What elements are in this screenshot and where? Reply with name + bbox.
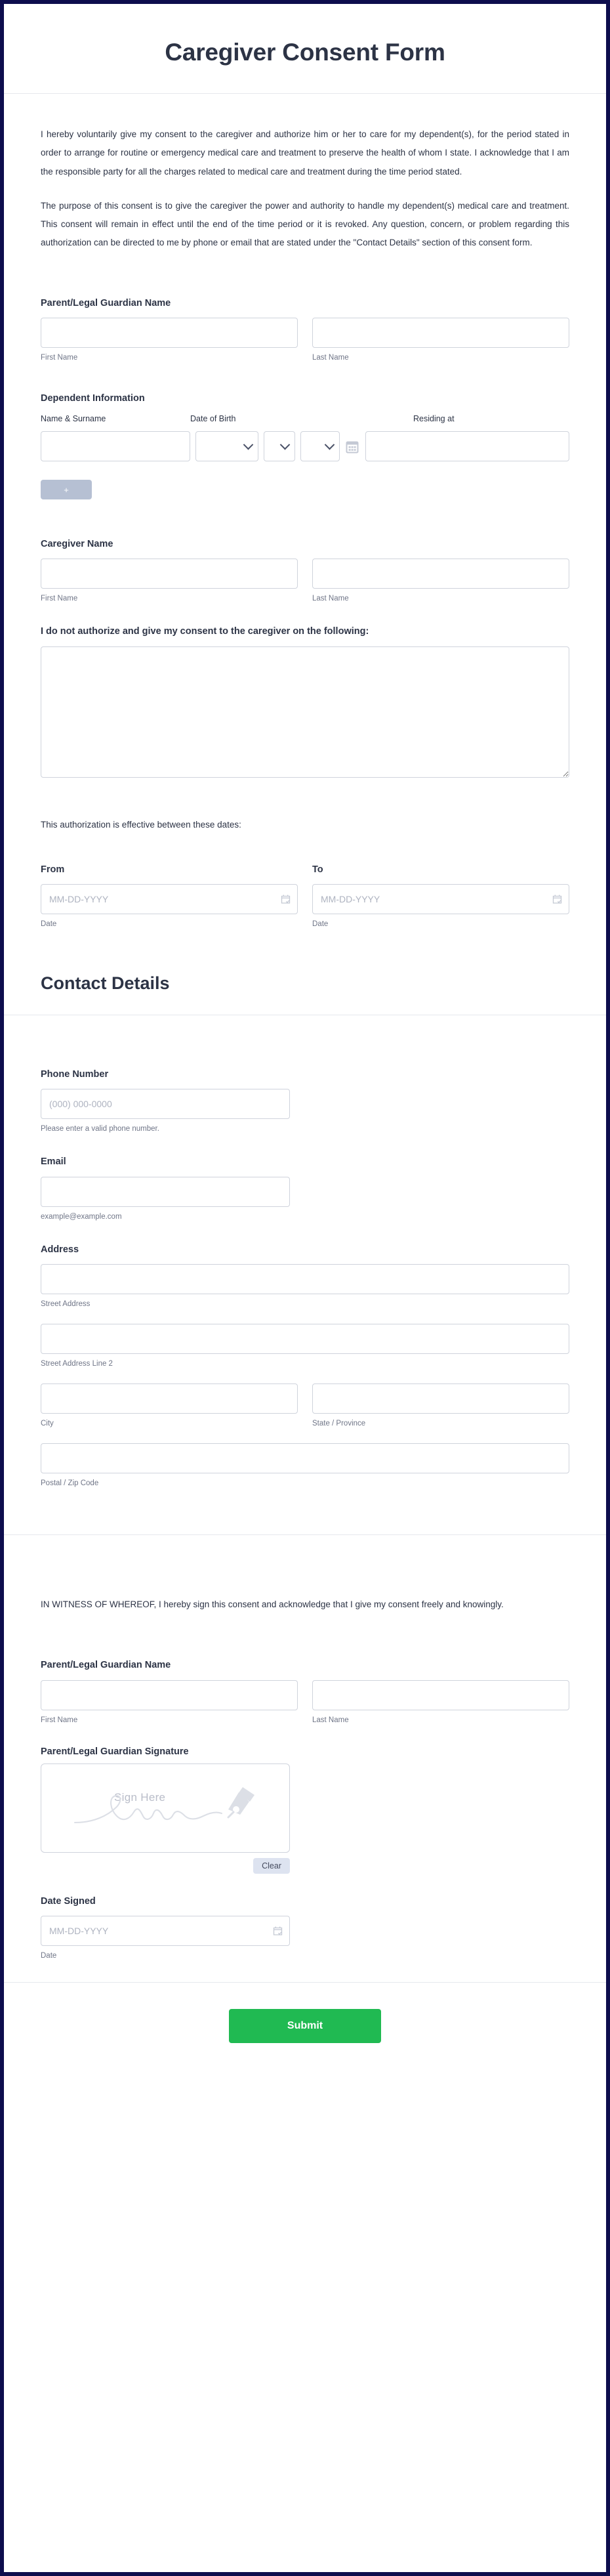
- guardian-first-name-sublabel: First Name: [41, 354, 78, 362]
- chevron-down-icon: [243, 439, 254, 450]
- dependent-dob-year-select[interactable]: [300, 431, 340, 462]
- dependent-table-row: [41, 431, 569, 462]
- dependent-residing-input[interactable]: [365, 431, 569, 462]
- signature-field: Parent/Legal Guardian Signature Sign Her…: [41, 1746, 569, 1874]
- to-date-group: To Date: [312, 863, 569, 929]
- submit-button[interactable]: Submit: [229, 2009, 381, 2044]
- form-page: Caregiver Consent Form I hereby voluntar…: [0, 0, 610, 2576]
- from-date-group: From Date: [41, 863, 298, 929]
- dependent-column-name: Name & Surname: [41, 413, 106, 423]
- date-signed-input[interactable]: [41, 1916, 290, 1947]
- add-dependent-row-button[interactable]: +: [41, 480, 92, 500]
- guardian-first-name-input[interactable]: [41, 318, 298, 348]
- caregiver-first-name-sublabel: First Name: [41, 595, 78, 603]
- intro-paragraph-2: The purpose of this consent is to give t…: [41, 200, 569, 247]
- guardian-last-name-group: Last Name: [312, 318, 569, 363]
- to-date-sublabel: Date: [312, 920, 329, 929]
- signature-placeholder-art: Sign Here: [67, 1782, 264, 1834]
- state-province-input[interactable]: [312, 1383, 569, 1414]
- street-address-line2-sublabel: Street Address Line 2: [41, 1360, 113, 1368]
- witness-section: IN WITNESS OF WHEREOF, I hereby sign thi…: [4, 1535, 606, 1982]
- not-authorize-label: I do not authorize and give my consent t…: [41, 626, 369, 637]
- caregiver-first-name-input[interactable]: [41, 559, 298, 589]
- postal-zip-sublabel: Postal / Zip Code: [41, 1479, 99, 1488]
- from-date-input[interactable]: [41, 884, 298, 915]
- phone-number-label: Phone Number: [41, 1068, 109, 1080]
- form-header: Caregiver Consent Form: [4, 4, 606, 95]
- caregiver-last-name-group: Last Name: [312, 559, 569, 604]
- chevron-down-icon: [279, 439, 291, 450]
- caregiver-first-name-group: First Name: [41, 559, 298, 604]
- from-date-label: From: [41, 864, 65, 875]
- dependent-dob-group: [190, 431, 359, 462]
- phone-number-hint: Please enter a valid phone number.: [41, 1125, 159, 1133]
- consent-section: I hereby voluntarily give my consent to …: [4, 94, 606, 950]
- caregiver-name-label: Caregiver Name: [41, 539, 113, 550]
- dependent-information-label: Dependent Information: [41, 393, 145, 404]
- caregiver-last-name-input[interactable]: [312, 559, 569, 589]
- page-title: Caregiver Consent Form: [165, 39, 445, 66]
- witness-first-name-group: First Name: [41, 1679, 298, 1725]
- address-label: Address: [41, 1244, 79, 1255]
- submit-area: Submit: [4, 1983, 606, 2075]
- guardian-last-name-input[interactable]: [312, 318, 569, 348]
- email-label: Email: [41, 1156, 66, 1168]
- not-authorize-textarea[interactable]: [41, 646, 569, 778]
- guardian-name-field: Parent/Legal Guardian Name First Name La…: [41, 297, 569, 363]
- email-input[interactable]: [41, 1176, 290, 1207]
- street-address-input[interactable]: [41, 1264, 569, 1295]
- contact-details-section: Phone Number Please enter a valid phone …: [4, 1015, 606, 1534]
- from-date-sublabel: Date: [41, 920, 57, 929]
- witness-last-name-input[interactable]: [312, 1679, 569, 1710]
- email-field: Email example@example.com: [41, 1155, 569, 1221]
- effective-dates-row: From Date To: [41, 863, 569, 929]
- contact-details-title: Contact Details: [41, 973, 170, 994]
- date-signed-label: Date Signed: [41, 1895, 96, 1907]
- witness-last-name-group: Last Name: [312, 1679, 569, 1725]
- witness-guardian-name-label: Parent/Legal Guardian Name: [41, 1660, 171, 1671]
- caregiver-last-name-sublabel: Last Name: [312, 595, 349, 603]
- city-group: City: [41, 1383, 298, 1429]
- dependent-table-header: Name & Surname Date of Birth Residing at: [41, 413, 569, 425]
- city-input[interactable]: [41, 1383, 298, 1414]
- dependent-dob-month-select[interactable]: [195, 431, 258, 462]
- street-address-sublabel: Street Address: [41, 1300, 91, 1309]
- calendar-icon[interactable]: [346, 440, 359, 454]
- witness-last-name-sublabel: Last Name: [312, 1716, 349, 1724]
- witness-first-name-input[interactable]: [41, 1679, 298, 1710]
- not-authorize-field: I do not authorize and give my consent t…: [41, 625, 569, 778]
- to-date-input[interactable]: [312, 884, 569, 915]
- email-hint: example@example.com: [41, 1212, 122, 1221]
- guardian-last-name-sublabel: Last Name: [312, 354, 349, 362]
- address-field: Address Street Address Street Address Li…: [41, 1243, 569, 1489]
- witness-first-name-sublabel: First Name: [41, 1716, 78, 1724]
- caregiver-name-field: Caregiver Name First Name Last Name: [41, 538, 569, 604]
- state-province-sublabel: State / Province: [312, 1420, 366, 1428]
- phone-number-field: Phone Number Please enter a valid phone …: [41, 1068, 569, 1134]
- chevron-down-icon: [324, 439, 335, 450]
- city-sublabel: City: [41, 1420, 54, 1428]
- street-address-line2-input[interactable]: [41, 1324, 569, 1355]
- postal-zip-input[interactable]: [41, 1443, 569, 1474]
- state-group: State / Province: [312, 1383, 569, 1429]
- dependent-information-field: Dependent Information Name & Surname Dat…: [41, 392, 569, 500]
- contact-details-header: Contact Details: [4, 950, 606, 1015]
- clear-signature-button[interactable]: Clear: [253, 1857, 290, 1874]
- dependent-dob-day-select[interactable]: [264, 431, 295, 462]
- dependent-name-input[interactable]: [41, 431, 190, 462]
- witness-guardian-name-field: Parent/Legal Guardian Name First Name La…: [41, 1658, 569, 1725]
- dependent-column-residing: Residing at: [413, 413, 455, 423]
- signature-label: Parent/Legal Guardian Signature: [41, 1746, 189, 1757]
- intro-paragraph-1: I hereby voluntarily give my consent to …: [41, 129, 569, 177]
- guardian-name-label: Parent/Legal Guardian Name: [41, 297, 171, 308]
- witness-statement: IN WITNESS OF WHEREOF, I hereby sign thi…: [41, 1599, 504, 1610]
- phone-number-input[interactable]: [41, 1089, 290, 1120]
- signature-pad[interactable]: Sign Here: [41, 1763, 290, 1853]
- effective-dates-intro: This authorization is effective between …: [41, 819, 241, 830]
- dependent-column-dob: Date of Birth: [190, 413, 236, 423]
- date-signed-field: Date Signed Date: [41, 1895, 569, 1961]
- to-date-label: To: [312, 864, 323, 875]
- guardian-first-name-group: First Name: [41, 318, 298, 363]
- date-signed-sublabel: Date: [41, 1952, 57, 1960]
